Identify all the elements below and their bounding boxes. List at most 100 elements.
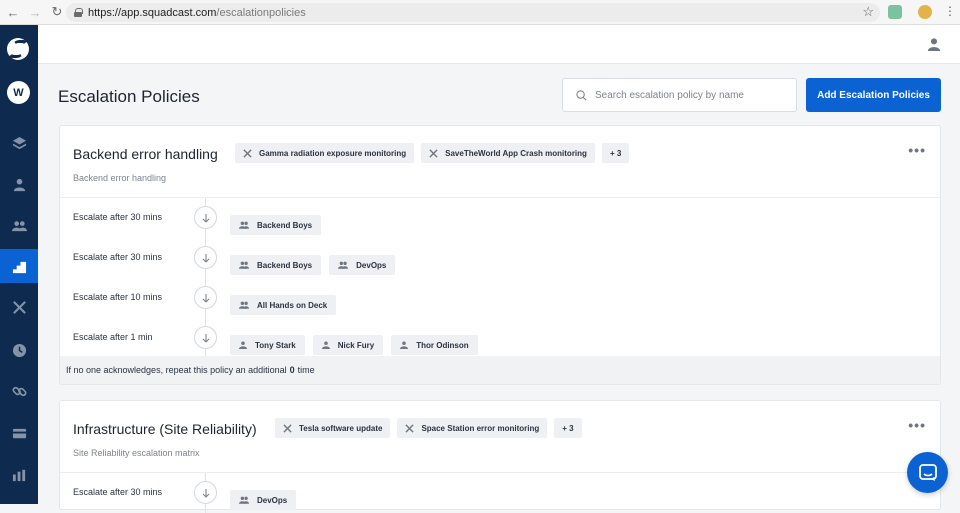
sidebar-item-analytics[interactable] — [0, 457, 38, 491]
escalation-rule: Escalate after 10 mins All Hands on Deck — [60, 278, 940, 318]
forward-icon[interactable]: → — [26, 3, 44, 21]
more-services-tag[interactable]: + 3 — [601, 143, 630, 163]
service-tag[interactable]: Space Station error monitoring — [397, 418, 548, 438]
user-target[interactable]: Thor Odinson — [391, 335, 478, 355]
bookmark-star-icon[interactable]: ☆ — [862, 4, 874, 20]
squad-target[interactable]: DevOps — [329, 255, 396, 275]
target-name: DevOps — [356, 260, 387, 270]
squad-target[interactable]: All Hands on Deck — [230, 295, 337, 315]
rule-delay: Escalate after 30 mins — [73, 252, 163, 262]
squad-target[interactable]: Backend Boys — [230, 255, 322, 275]
squad-target[interactable]: Backend Boys — [230, 215, 322, 235]
repeat-suffix: time — [297, 365, 315, 375]
search-input[interactable] — [595, 89, 785, 101]
policy-name[interactable]: Backend error handling — [73, 146, 218, 162]
escalation-rule: Escalate after 30 mins Backend Boys — [60, 198, 940, 238]
target-name: Tony Stark — [255, 340, 296, 350]
repeat-policy-info: If no one acknowledges, repeat this poli… — [60, 356, 940, 384]
repeat-count: 0 — [289, 365, 295, 375]
clock-icon — [12, 343, 26, 357]
browser-menu-icon[interactable]: ⋮ — [944, 4, 956, 18]
service-tag-label: Tesla software update — [299, 423, 383, 433]
arrow-down-icon — [194, 481, 217, 504]
sidebar-item-services[interactable] — [0, 126, 38, 160]
target-name: DevOps — [257, 495, 288, 505]
arrow-down-icon — [194, 326, 217, 349]
users-icon — [338, 261, 349, 269]
user-icon — [400, 341, 409, 349]
squadcast-logo-icon[interactable] — [7, 38, 29, 60]
service-tags: Gamma radiation exposure monitoring Save… — [235, 143, 630, 163]
user-target[interactable]: Tony Stark — [230, 335, 305, 355]
reload-icon[interactable]: ↻ — [48, 3, 66, 21]
escalation-rule: Escalate after 1 min Tony Stark Nick Fur… — [60, 318, 940, 358]
sidebar-item-squads[interactable] — [0, 208, 38, 242]
service-tag[interactable]: SaveTheWorld App Crash monitoring — [421, 143, 595, 163]
sidebar: W — [0, 25, 38, 504]
arrow-down-icon — [194, 206, 217, 229]
arrow-down-icon — [194, 246, 217, 269]
rule-delay: Escalate after 10 mins — [73, 292, 163, 302]
policy-description: Backend error handling — [73, 173, 167, 183]
sidebar-item-billing[interactable] — [0, 416, 38, 450]
sidebar-item-users[interactable] — [0, 167, 38, 201]
chat-icon — [918, 463, 937, 481]
service-tag[interactable]: Gamma radiation exposure monitoring — [235, 143, 415, 163]
escalation-rule: Escalate after 30 mins DevOps — [60, 473, 940, 513]
rule-targets: Backend Boys DevOps — [230, 255, 396, 275]
more-options-icon[interactable]: ••• — [908, 142, 926, 158]
sidebar-item-escalation-policies[interactable] — [0, 249, 38, 283]
search-icon — [576, 89, 587, 100]
user-target[interactable]: Nick Fury — [312, 335, 384, 355]
users-icon — [239, 261, 249, 269]
rule-targets: Backend Boys — [230, 215, 322, 235]
service-tag[interactable]: Tesla software update — [275, 418, 391, 438]
rule-delay: Escalate after 30 mins — [73, 487, 163, 497]
back-icon[interactable]: ← — [4, 3, 22, 21]
policy-card: Infrastructure (Site Reliability) Tesla … — [59, 400, 941, 513]
tools-icon — [12, 300, 26, 314]
rule-targets: All Hands on Deck — [230, 295, 337, 315]
users-icon — [239, 496, 249, 504]
arrow-down-icon — [194, 286, 217, 309]
browser-toolbar: ← → ↻ https://app.squadcast.com/escalati… — [0, 0, 960, 25]
tools-icon — [283, 423, 292, 433]
escalation-rules: Escalate after 30 mins Backend Boys Esca… — [60, 198, 940, 356]
extension-icon[interactable] — [888, 5, 902, 19]
more-options-icon[interactable]: ••• — [908, 417, 926, 433]
tools-icon — [405, 423, 415, 433]
account-icon[interactable] — [927, 37, 941, 51]
target-name: Thor Odinson — [416, 340, 469, 350]
sidebar-item-webhooks[interactable] — [0, 374, 38, 408]
tools-icon — [243, 148, 252, 158]
policy-header: Backend error handling Gamma radiation e… — [60, 126, 940, 198]
rule-targets: DevOps — [230, 490, 297, 510]
stairs-icon — [12, 261, 26, 273]
policy-description: Site Reliability escalation matrix — [73, 448, 200, 458]
policy-name[interactable]: Infrastructure (Site Reliability) — [73, 421, 257, 437]
target-name: Backend Boys — [257, 260, 313, 270]
service-tags: Tesla software update Space Station erro… — [275, 418, 582, 438]
address-bar[interactable]: https://app.squadcast.com/escalationpoli… — [66, 3, 880, 22]
lock-icon — [74, 8, 83, 17]
policy-header: Infrastructure (Site Reliability) Tesla … — [60, 401, 940, 473]
chat-widget-button[interactable] — [907, 452, 948, 493]
workspace-badge[interactable]: W — [7, 81, 30, 104]
rule-delay: Escalate after 30 mins — [73, 212, 163, 222]
search-field[interactable] — [562, 78, 797, 112]
sidebar-item-integrations[interactable] — [0, 290, 38, 324]
more-services-tag[interactable]: + 3 — [554, 418, 582, 438]
target-name: Nick Fury — [337, 340, 375, 350]
analytics-icon — [12, 469, 25, 481]
add-escalation-policy-button[interactable]: Add Escalation Policies — [806, 78, 941, 112]
users-icon — [239, 221, 249, 229]
squad-target[interactable]: DevOps — [230, 490, 297, 510]
user-icon — [239, 341, 247, 349]
escalation-rule: Escalate after 30 mins Backend Boys DevO… — [60, 238, 940, 278]
profile-avatar-icon[interactable] — [918, 5, 932, 19]
sidebar-item-schedules[interactable] — [0, 333, 38, 367]
service-tag-label: Gamma radiation exposure monitoring — [259, 148, 407, 158]
url-host: https://app.squadcast.com — [88, 6, 217, 19]
policy-card: Backend error handling Gamma radiation e… — [59, 125, 941, 385]
service-tag-label: SaveTheWorld App Crash monitoring — [445, 148, 587, 158]
